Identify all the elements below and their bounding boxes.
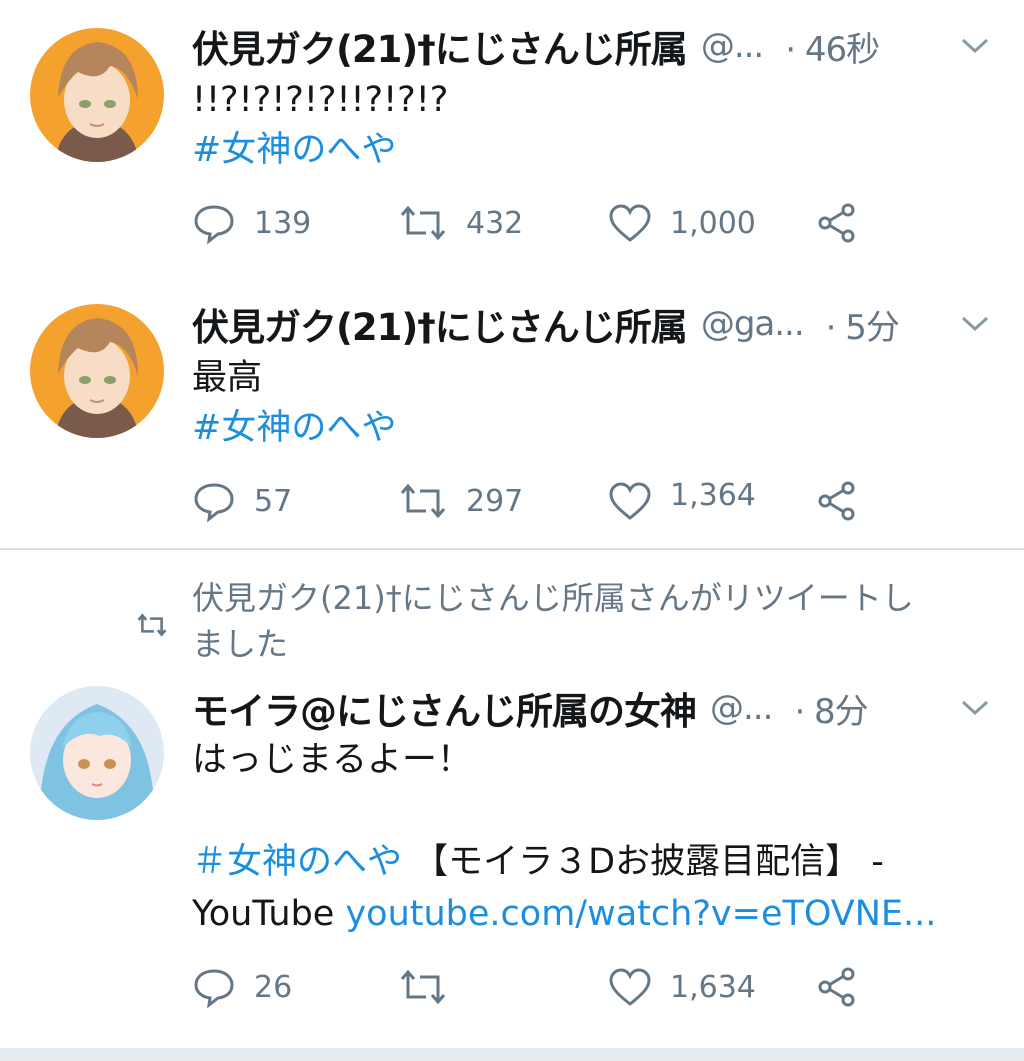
tweet-divider [0, 548, 1024, 550]
hashtag-link[interactable]: ＃女神のへや [192, 842, 402, 882]
display-name[interactable]: 伏見ガク(21)†にじさんじ所属 [192, 19, 688, 73]
display-name[interactable]: 伏見ガク(21)†にじさんじ所属 [192, 297, 688, 351]
share-button[interactable] [816, 198, 858, 248]
tweet-actions: 26 1,634 [192, 962, 892, 1012]
retweet-icon [400, 969, 446, 1005]
like-button[interactable]: 1,634 [608, 962, 756, 1012]
retweet-icon [400, 483, 446, 519]
tweet-header: モイラ@にじさんじ所属の女神 @... · 8分 [192, 680, 984, 736]
tweet-text-line: ＃女神のへや 【モイラ３Dお披露目配信】 - [192, 836, 884, 888]
heart-icon [609, 968, 651, 1006]
reply-icon [194, 483, 234, 523]
display-name[interactable]: モイラ@にじさんじ所属の女神 [192, 681, 697, 735]
heart-icon [609, 482, 651, 520]
retweet-icon [400, 205, 446, 241]
link-title: 【モイラ３Dお披露目配信】 - [413, 842, 884, 882]
reply-count: 139 [254, 205, 312, 241]
hashtag-link[interactable]: #女神のへや [192, 402, 396, 454]
like-button[interactable]: 1,364 [608, 476, 756, 526]
chevron-down-icon[interactable] [960, 314, 990, 334]
avatar[interactable] [30, 28, 164, 162]
tweet-actions: 57 297 1,364 [192, 476, 892, 526]
retweet-count: 432 [466, 205, 524, 241]
reply-icon [194, 205, 234, 245]
like-button[interactable]: 1,000 [608, 198, 756, 248]
tweet-text-line: YouTube youtube.com/watch?v=eTOVNE... [192, 888, 936, 940]
chevron-down-icon[interactable] [960, 36, 990, 56]
heart-icon [609, 204, 651, 242]
tweet-header: 伏見ガク(21)†にじさんじ所属 @ga... · 5分 [192, 296, 984, 352]
reply-count: 26 [254, 969, 293, 1005]
reply-count: 57 [254, 483, 293, 519]
tweet-header: 伏見ガク(21)†にじさんじ所属 @... · 46秒 [192, 18, 984, 74]
timestamp[interactable]: · 46秒 [785, 22, 880, 71]
share-icon [818, 203, 855, 243]
user-handle[interactable]: @ga... [701, 304, 805, 344]
tweet-text: 最高 [192, 358, 263, 398]
reply-button[interactable]: 57 [192, 476, 292, 526]
share-icon [818, 481, 855, 521]
share-button[interactable] [816, 962, 858, 1012]
avatar[interactable] [30, 686, 164, 820]
retweet-context[interactable]: 伏見ガク(21)†にじさんじ所属さんがリツイートし [192, 574, 914, 622]
user-handle[interactable]: @... [701, 26, 764, 66]
retweet-context-icon [136, 612, 168, 642]
avatar[interactable] [30, 304, 164, 438]
reply-button[interactable]: 139 [192, 198, 311, 248]
hashtag-link[interactable]: #女神のへや [192, 124, 396, 176]
reply-icon [194, 969, 234, 1009]
retweet-button[interactable] [398, 962, 466, 1012]
like-count: 1,364 [670, 477, 756, 513]
retweet-context-cont[interactable]: ました [192, 620, 288, 668]
timestamp[interactable]: · 5分 [826, 300, 900, 349]
tweet-actions: 139 432 1,000 [192, 198, 892, 248]
retweet-button[interactable]: 432 [398, 198, 523, 248]
retweet-button[interactable]: 297 [398, 476, 523, 526]
timestamp[interactable]: · 8分 [794, 684, 868, 733]
like-count: 1,634 [670, 969, 756, 1005]
timeline-separator [0, 1048, 1024, 1061]
url-link[interactable]: youtube.com/watch?v=eTOVNE... [345, 894, 936, 934]
reply-button[interactable]: 26 [192, 962, 292, 1012]
tweet-text: はっじまるよー！ [192, 740, 473, 780]
like-count: 1,000 [670, 205, 756, 241]
chevron-down-icon[interactable] [960, 698, 990, 718]
share-icon [818, 967, 855, 1007]
tweet-text: !!?!?!?!?!!?!?!? [192, 80, 449, 120]
share-button[interactable] [816, 476, 858, 526]
retweet-count: 297 [466, 483, 524, 519]
link-title-cont: YouTube [192, 894, 335, 934]
user-handle[interactable]: @... [710, 688, 773, 728]
